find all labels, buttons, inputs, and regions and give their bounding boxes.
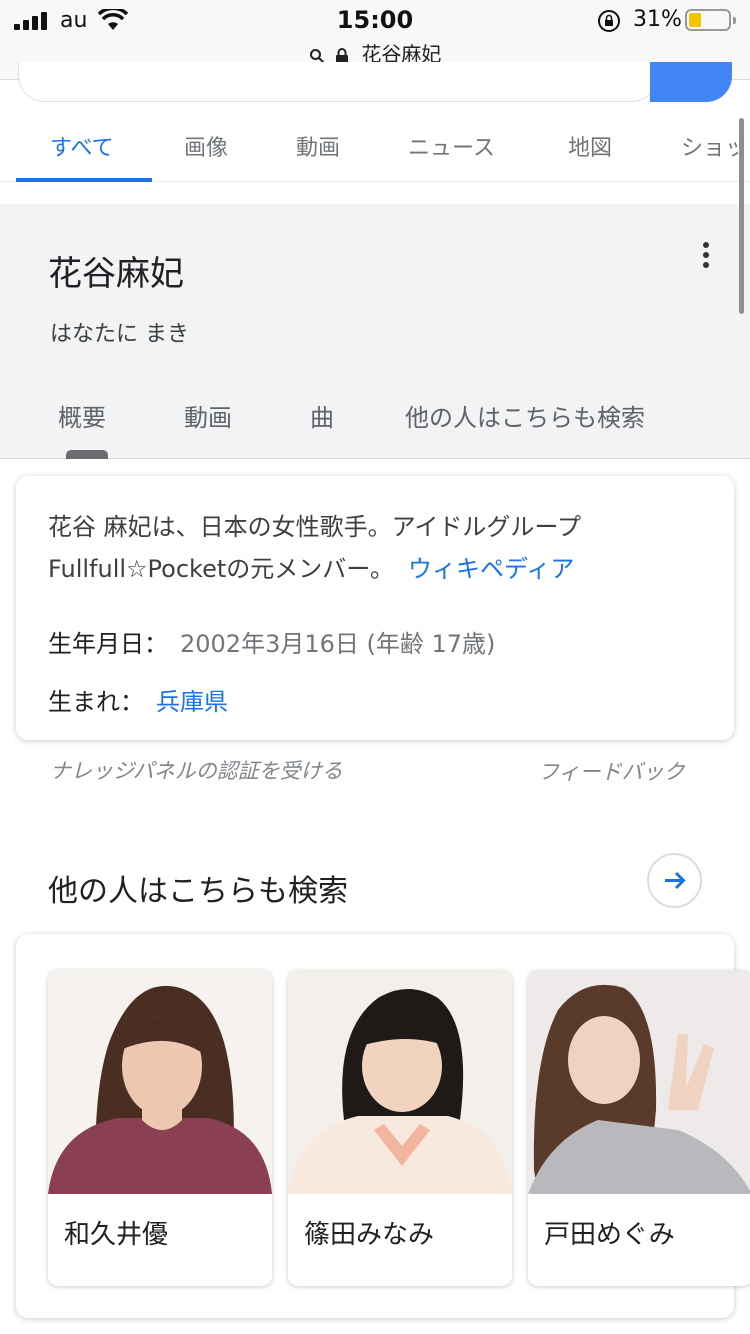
kp-tab-overview[interactable]: 概要: [58, 398, 106, 433]
kp-tab-songs[interactable]: 曲: [310, 398, 334, 433]
person-card-shinoda-minami[interactable]: 篠田みなみ: [288, 970, 512, 1286]
description-card: 花谷 麻妃は、日本の女性歌手。アイドルグループFullfull☆Pocketの元…: [16, 476, 734, 740]
person-card-toda-megumi[interactable]: 戸田めぐみ: [528, 970, 750, 1286]
kp-tab-videos[interactable]: 動画: [184, 398, 232, 433]
tab-videos[interactable]: 動画: [296, 130, 340, 162]
claim-panel-link[interactable]: ナレッジパネルの認証を受ける: [50, 756, 380, 786]
fact-value: 2002年3月16日 (年齢 17歳): [180, 630, 496, 658]
fact-birthdate: 生年月日： 2002年3月16日 (年齢 17歳): [48, 624, 495, 659]
entity-reading: はなたに まき: [50, 322, 189, 347]
birthplace-link[interactable]: 兵庫県: [156, 688, 228, 716]
active-tab-indicator: [16, 178, 152, 182]
tab-all[interactable]: すべて: [50, 130, 114, 162]
status-bar: au 15:00 31%: [0, 0, 750, 40]
page-scrollbar[interactable]: [739, 118, 744, 314]
tab-shopping[interactable]: ショッ: [681, 130, 738, 162]
fact-birthplace: 生まれ： 兵庫県: [48, 682, 228, 717]
person-name: 和久井優: [64, 1220, 169, 1250]
search-tabs: すべて 画像 動画 ニュース 地図 ショッ: [0, 110, 750, 182]
more-options-icon[interactable]: [696, 240, 716, 270]
person-card-wakui-yu[interactable]: 和久井優: [48, 970, 272, 1286]
feedback-link[interactable]: フィードバック: [538, 756, 685, 786]
kp-tab-people-also-search[interactable]: 他の人はこちらも検索: [405, 398, 645, 433]
battery-icon: [685, 9, 736, 31]
people-also-search-title: 他の人はこちらも検索: [48, 874, 348, 909]
fact-label: 生年月日：: [48, 630, 168, 658]
search-input[interactable]: [18, 62, 658, 102]
kp-active-tab-indicator: [66, 450, 108, 459]
tab-maps[interactable]: 地図: [568, 130, 612, 162]
person-name: 戸田めぐみ: [544, 1220, 675, 1250]
tab-images[interactable]: 画像: [184, 130, 228, 162]
fact-label: 生まれ：: [48, 688, 144, 716]
entity-description: 花谷 麻妃は、日本の女性歌手。アイドルグループFullfull☆Pocketの元…: [48, 506, 708, 590]
person-photo: [48, 970, 272, 1194]
entity-title: 花谷麻妃: [48, 254, 184, 294]
search-button[interactable]: [650, 62, 732, 102]
arrow-right-icon[interactable]: [647, 853, 702, 908]
person-photo: [288, 970, 512, 1194]
person-name: 篠田みなみ: [304, 1220, 435, 1250]
person-photo: [528, 970, 750, 1194]
rotation-lock-icon: [598, 10, 620, 32]
battery-percentage: 31%: [633, 7, 682, 32]
tab-news[interactable]: ニュース: [408, 130, 495, 162]
knowledge-panel-header: 花谷麻妃 はなたに まき 概要 動画 曲 他の人はこちらも検索: [0, 204, 750, 459]
wikipedia-link[interactable]: ウィキペディア: [408, 555, 574, 583]
